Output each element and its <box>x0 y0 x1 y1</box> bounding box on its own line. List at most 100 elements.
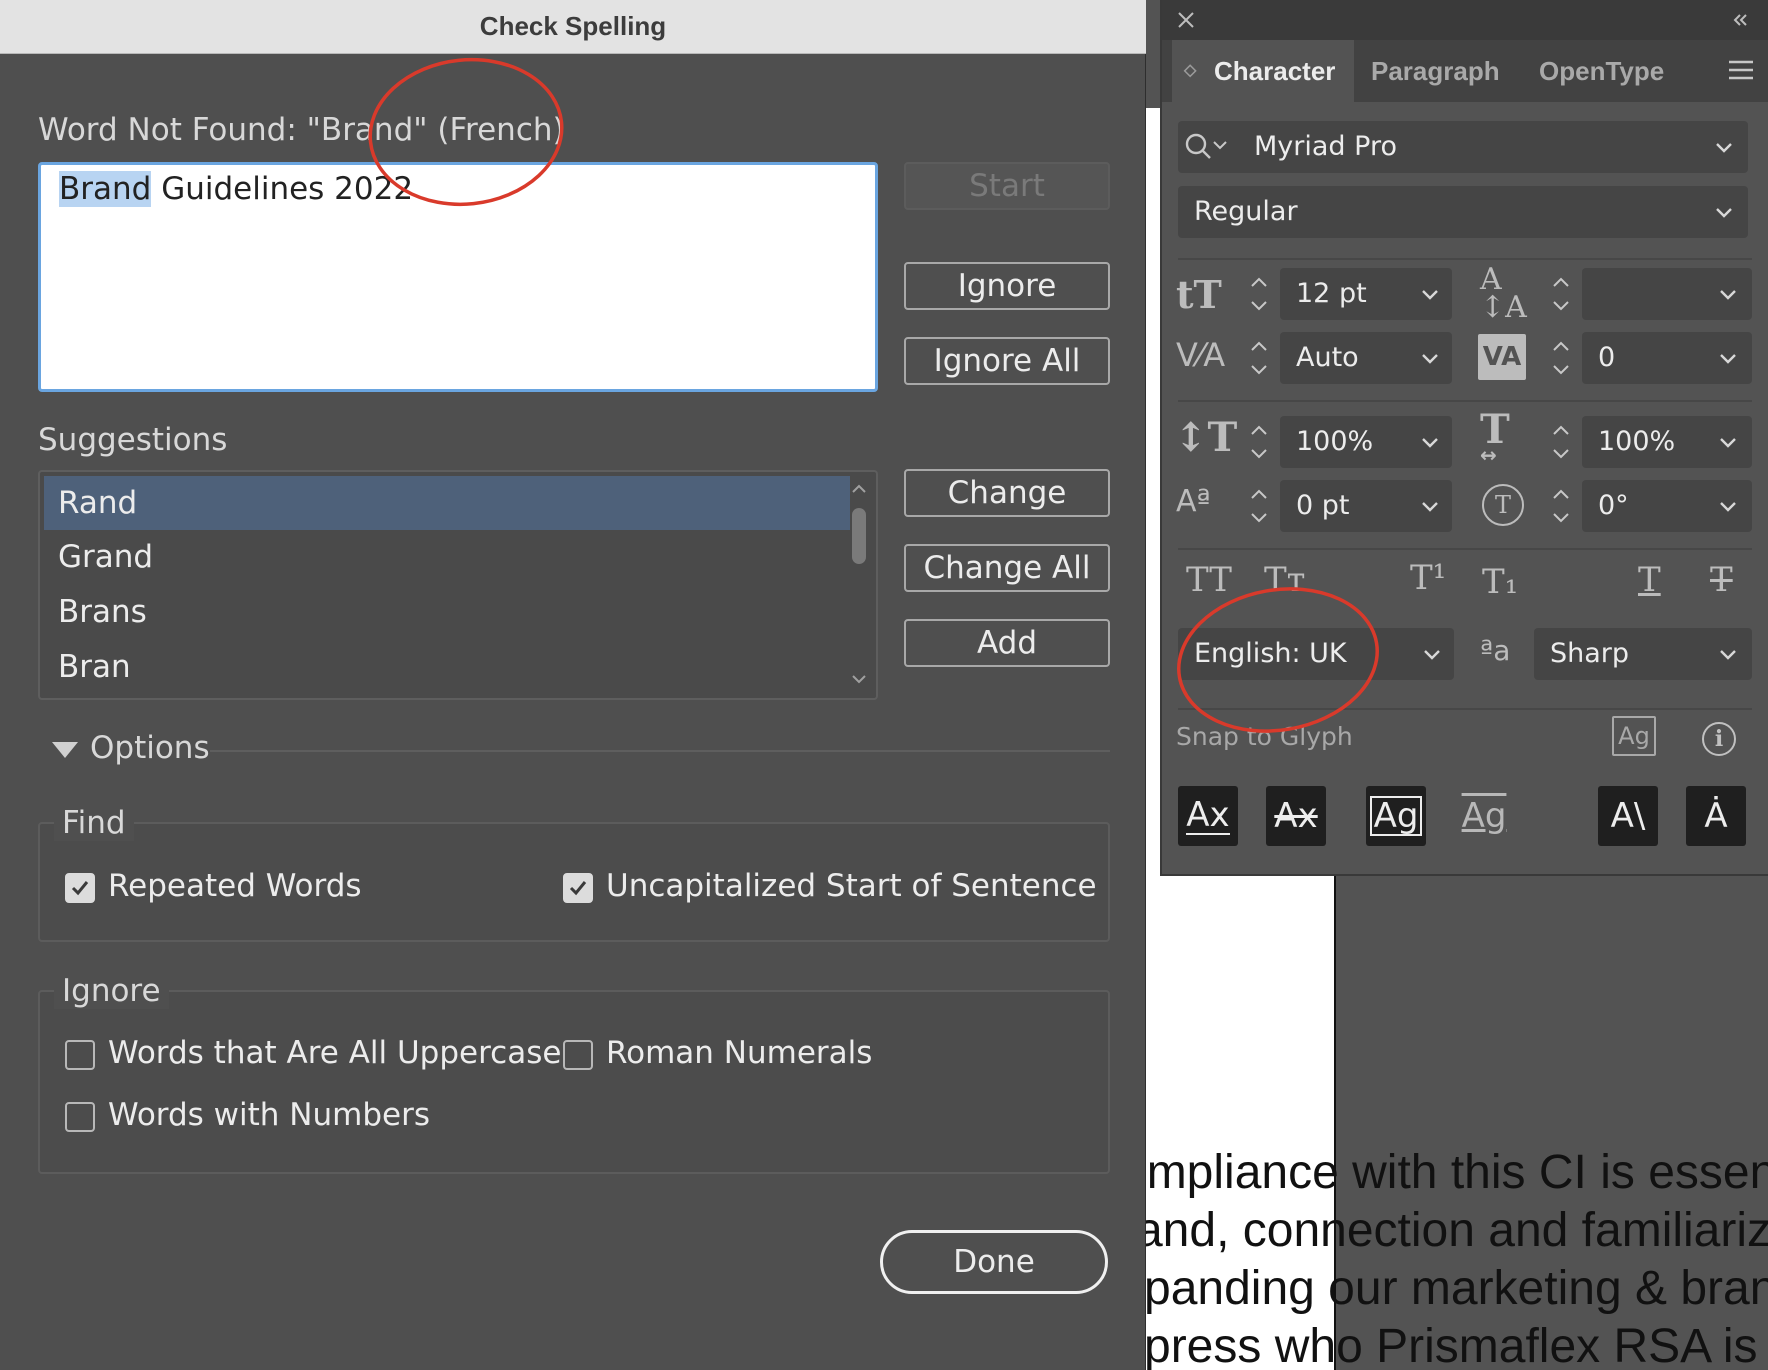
leading-icon: A ↕A <box>1480 262 1527 325</box>
document-text-line: ompliance with this CI is essenti <box>1120 1146 1768 1199</box>
dialog-title: Check Spelling <box>0 0 1146 54</box>
close-icon[interactable] <box>1176 10 1196 34</box>
chevron-down-icon[interactable] <box>1406 416 1454 468</box>
divider <box>1178 548 1752 550</box>
x-height-snap-button[interactable]: Ax <box>1266 786 1326 846</box>
proximity-guides-button[interactable]: Ag <box>1454 786 1514 846</box>
tab-label: Character <box>1214 56 1336 86</box>
horizontal-scale-stepper[interactable] <box>1540 416 1580 468</box>
kerning-icon: V⁄A <box>1176 336 1226 374</box>
chevron-down-icon[interactable] <box>1700 121 1748 173</box>
list-item[interactable]: Rand <box>44 476 850 530</box>
chevron-down-icon[interactable] <box>1704 268 1752 320</box>
chevron-down-icon[interactable] <box>1704 332 1752 384</box>
panel-header <box>1162 0 1768 40</box>
misspelled-word: Brand <box>59 171 152 207</box>
options-disclosure-icon[interactable] <box>50 738 80 762</box>
superscript-icon[interactable]: T¹ <box>1410 558 1446 598</box>
underline-icon[interactable]: T <box>1638 560 1661 600</box>
numbers-checkbox[interactable] <box>65 1102 95 1132</box>
panel-menu-icon[interactable] <box>1728 58 1754 86</box>
angular-guides-icon: A\ <box>1610 796 1646 836</box>
tracking-icon: VA <box>1478 334 1526 380</box>
chevron-down-icon[interactable] <box>1406 268 1454 320</box>
glyph-bounds-snap-button[interactable]: Ag <box>1366 786 1426 846</box>
document-text-line: xpress who Prismaflex RSA is an <box>1120 1320 1768 1370</box>
font-size-stepper[interactable] <box>1238 268 1278 320</box>
anchor-point-button[interactable]: Ȧ <box>1686 786 1746 846</box>
scroll-thumb[interactable] <box>852 508 866 564</box>
tab-paragraph[interactable]: Paragraph <box>1371 40 1521 102</box>
baseline-shift-stepper[interactable] <box>1238 480 1278 532</box>
chevron-down-icon[interactable] <box>1704 416 1752 468</box>
panel-tabs: ◇ Character Paragraph OpenType <box>1162 40 1768 102</box>
ignore-group-label: Ignore <box>54 973 169 1009</box>
misspelled-text-box[interactable]: Brand Guidelines 2022 <box>38 162 878 392</box>
ignore-all-button[interactable]: Ignore All <box>904 337 1110 385</box>
change-all-button[interactable]: Change All <box>904 544 1110 592</box>
font-family-value: Myriad Pro <box>1254 131 1397 162</box>
kerning-value: Auto <box>1296 342 1359 373</box>
leading-stepper[interactable] <box>1540 268 1580 320</box>
suggestions-list[interactable]: Rand Grand Brans Bran <box>38 470 878 700</box>
suggestions-scrollbar[interactable] <box>846 474 872 696</box>
roman-numerals-checkbox[interactable] <box>563 1040 593 1070</box>
start-button[interactable]: Start <box>904 162 1110 210</box>
glyph-bounds-snap-icon: Ag <box>1369 796 1423 836</box>
anti-alias-value: Sharp <box>1550 638 1630 669</box>
options-label[interactable]: Options <box>90 730 210 766</box>
rotation-stepper[interactable] <box>1540 480 1580 532</box>
chevron-down-icon[interactable] <box>1704 480 1752 532</box>
uncapitalized-checkbox[interactable] <box>563 873 593 903</box>
tab-opentype[interactable]: OpenType <box>1539 40 1689 102</box>
scroll-up-icon[interactable] <box>850 480 868 498</box>
font-family-field[interactable]: Myriad Pro <box>1178 121 1748 173</box>
strikethrough-icon[interactable]: T <box>1710 560 1733 600</box>
chevron-down-icon[interactable] <box>1408 628 1456 680</box>
divider <box>1178 258 1752 260</box>
ignore-button[interactable]: Ignore <box>904 262 1110 310</box>
tab-character[interactable]: ◇ Character <box>1172 40 1354 102</box>
horizontal-scale-icon: T ↔ <box>1480 406 1510 467</box>
chevron-down-icon[interactable] <box>1704 628 1752 680</box>
uncapitalized-label: Uncapitalized Start of Sentence <box>606 868 1097 904</box>
chevron-down-icon[interactable] <box>1406 332 1454 384</box>
scroll-down-icon[interactable] <box>850 670 868 688</box>
numbers-label: Words with Numbers <box>108 1097 430 1133</box>
change-button[interactable]: Change <box>904 469 1110 517</box>
font-style-value: Regular <box>1194 196 1298 227</box>
angular-guides-button[interactable]: A\ <box>1598 786 1658 846</box>
list-item[interactable]: Grand <box>44 530 850 584</box>
font-size-icon: tT <box>1176 272 1222 317</box>
list-item[interactable]: Brans <box>44 585 850 639</box>
x-height-snap-icon: Ax <box>1274 796 1318 836</box>
chevron-down-icon[interactable] <box>1406 480 1454 532</box>
baseline-snap-icon: Ax <box>1186 795 1230 835</box>
kerning-stepper[interactable] <box>1238 332 1278 384</box>
rotation-icon: T <box>1482 484 1524 526</box>
baseline-snap-button[interactable]: Ax <box>1178 786 1238 846</box>
document-body-text[interactable]: ompliance with this CI is essenti rand, … <box>1120 1144 1768 1370</box>
divider <box>1178 708 1752 710</box>
add-button[interactable]: Add <box>904 619 1110 667</box>
collapse-icon[interactable] <box>1730 10 1750 34</box>
anchor-point-icon: Ȧ <box>1704 796 1728 836</box>
font-style-field[interactable]: Regular <box>1178 186 1748 238</box>
chevron-down-icon[interactable] <box>1700 186 1748 238</box>
anti-alias-icon: ªa <box>1480 634 1511 667</box>
tab-reorder-icon: ◇ <box>1184 62 1197 79</box>
small-caps-icon[interactable]: Tᴛ <box>1264 560 1306 600</box>
subscript-icon[interactable]: T₁ <box>1482 562 1518 602</box>
tracking-stepper[interactable] <box>1540 332 1580 384</box>
uppercase-checkbox[interactable] <box>65 1040 95 1070</box>
done-button[interactable]: Done <box>880 1230 1108 1294</box>
repeated-words-checkbox[interactable] <box>65 873 95 903</box>
rotation-value: 0° <box>1598 490 1629 521</box>
language-value: English: UK <box>1194 638 1347 669</box>
vertical-scale-stepper[interactable] <box>1238 416 1278 468</box>
search-icon[interactable] <box>1184 131 1232 167</box>
list-item[interactable]: Bran <box>44 640 850 694</box>
glyph-snap-icon[interactable]: Ag <box>1612 716 1656 756</box>
all-caps-icon[interactable]: TT <box>1186 560 1232 600</box>
info-icon[interactable]: i <box>1702 722 1736 756</box>
